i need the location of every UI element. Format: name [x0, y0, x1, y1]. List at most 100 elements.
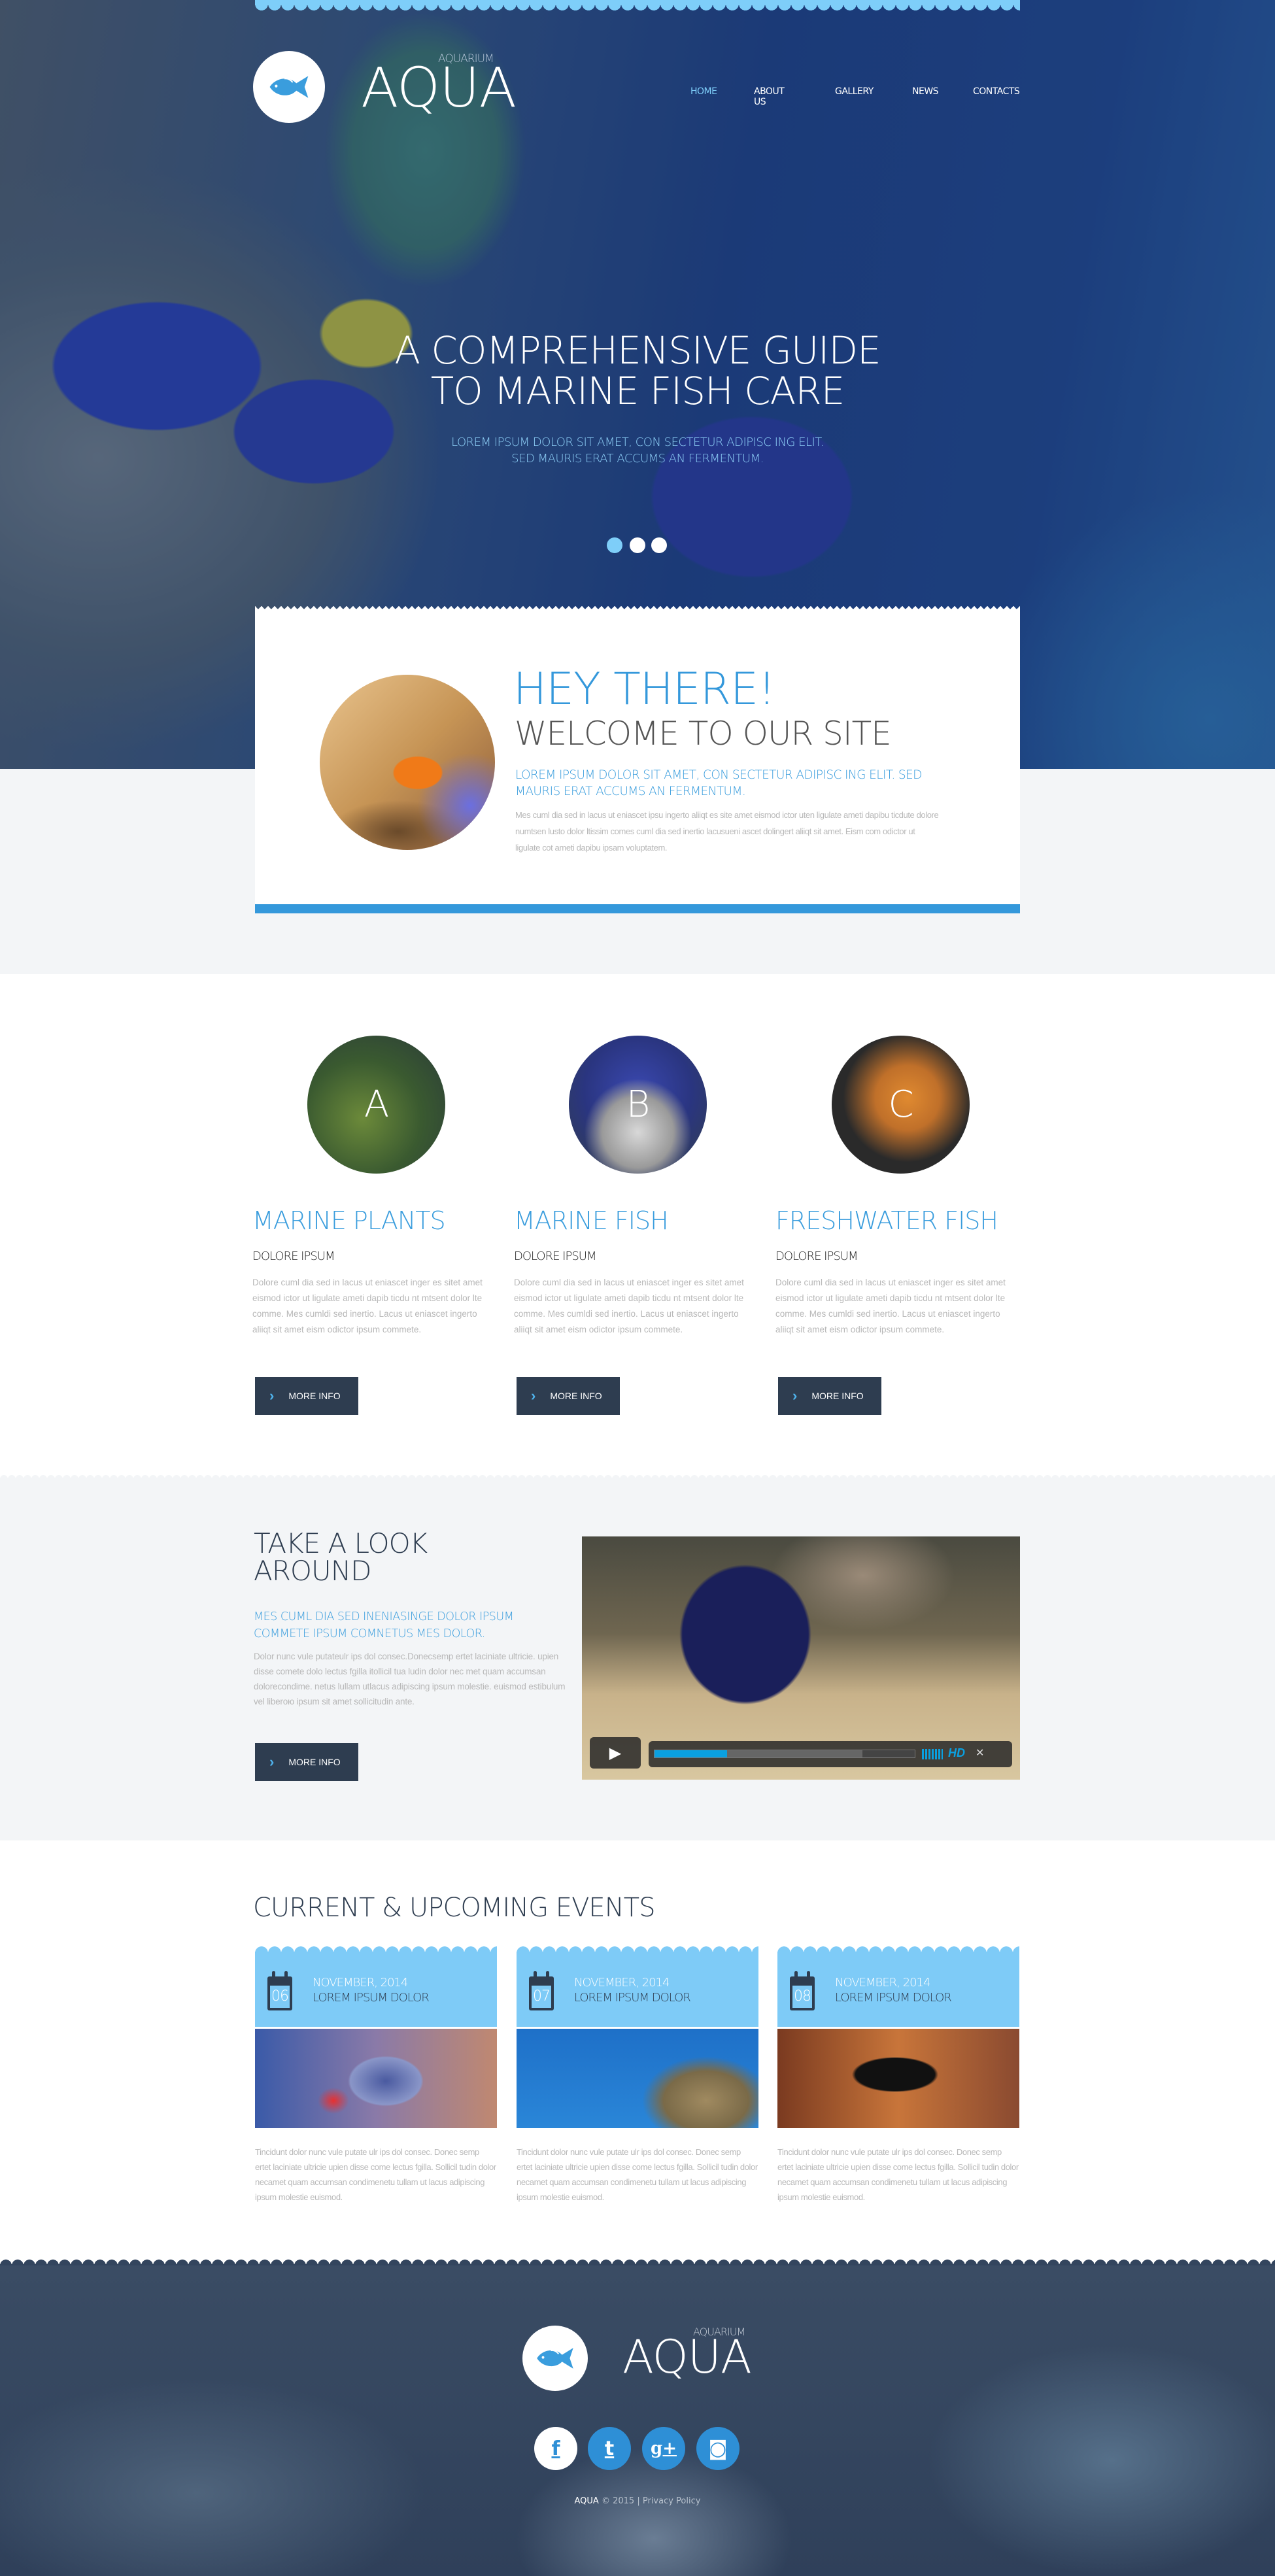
nav-news[interactable]: NEWS: [912, 86, 939, 97]
hero-title-line: TO MARINE FISH CARE: [430, 369, 845, 413]
event-name: LOREM IPSUM DOLOR: [835, 1991, 952, 2005]
footer: [0, 2264, 1275, 2576]
fish-icon: [534, 2345, 577, 2371]
more-info-button[interactable]: › MORE INFO: [778, 1377, 881, 1415]
feature-body: Dolore cuml dia sed in lacus ut eniascet…: [775, 1278, 1006, 1334]
more-info-button[interactable]: › MORE INFO: [255, 1743, 358, 1781]
facebook-icon[interactable]: f: [534, 2427, 577, 2470]
nav-home[interactable]: HOME: [690, 86, 717, 97]
feature-image-marine-plants: A: [307, 1036, 445, 1174]
feature-letter: A: [364, 1083, 389, 1126]
event-image[interactable]: [255, 2029, 497, 2128]
look-title: TAKE A LOOK AROUND: [254, 1527, 428, 1587]
hero-subtitle-line: LOREM IPSUM DOLOR SIT AMET, CON SECTETUR…: [451, 435, 824, 449]
event-image[interactable]: [517, 2029, 758, 2128]
hero-title-line: A COMPREHENSIVE GUIDE: [394, 328, 881, 373]
logo-text[interactable]: AQUA: [361, 60, 517, 115]
nav-contacts[interactable]: CONTACTS: [973, 86, 1020, 97]
event-image[interactable]: [777, 2029, 1019, 2128]
hero-subtitle: LOREM IPSUM DOLOR SIT AMET, CON SECTETUR…: [0, 434, 1275, 467]
privacy-policy-link[interactable]: Privacy Policy: [643, 2496, 701, 2506]
chevron-right-icon: ›: [269, 1387, 275, 1404]
volume-icon[interactable]: [922, 1749, 943, 1759]
logo-badge[interactable]: [253, 51, 325, 123]
chevron-right-icon: ›: [792, 1387, 798, 1404]
feature-letter: B: [626, 1083, 651, 1126]
feature-subtitle: DOLORE IPSUM: [252, 1249, 335, 1263]
copyright-year: © 2015: [601, 2496, 635, 2506]
chevron-right-icon: ›: [531, 1387, 536, 1404]
hero-title: A COMPREHENSIVE GUIDE TO MARINE FISH CAR…: [0, 330, 1275, 411]
event-card-header[interactable]: 06 NOVEMBER, 2014 LOREM IPSUM DOLOR: [255, 1945, 497, 2027]
hero-subtitle-line: SED MAURIS ERAT ACCUMS AN FERMENTUM.: [511, 452, 764, 466]
feature-column: MARINE FISH DOLORE IPSUM Dolore cuml dia…: [514, 1206, 759, 1338]
event-date: NOVEMBER, 2014: [574, 1976, 670, 1990]
event-name: LOREM IPSUM DOLOR: [313, 1991, 430, 2005]
event-date: NOVEMBER, 2014: [313, 1976, 408, 1990]
nav-about-us[interactable]: ABOUT US: [754, 86, 785, 107]
event-day: 06: [271, 1988, 289, 2005]
feature-subtitle: DOLORE IPSUM: [775, 1249, 858, 1263]
event-date: NOVEMBER, 2014: [835, 1976, 930, 1990]
feature-image-freshwater-fish: C: [832, 1036, 970, 1174]
look-lead: MES CUML DIA SED INENIASINGE DOLOR IPSUM…: [254, 1610, 514, 1640]
instagram-icon[interactable]: ◙: [696, 2427, 740, 2470]
feature-column: FRESHWATER FISH DOLORE IPSUM Dolore cuml…: [775, 1206, 1021, 1338]
more-info-button[interactable]: › MORE INFO: [517, 1377, 620, 1415]
slider-dot-1[interactable]: [607, 537, 622, 553]
more-info-button[interactable]: › MORE INFO: [255, 1377, 358, 1415]
feature-title: FRESHWATER FISH: [775, 1206, 998, 1235]
video-progress: [654, 1750, 728, 1757]
event-card-header[interactable]: 08 NOVEMBER, 2014 LOREM IPSUM DOLOR: [777, 1945, 1019, 2027]
fullscreen-icon[interactable]: ✕: [976, 1746, 984, 1759]
video-controls: HD ✕: [649, 1741, 1012, 1767]
copyright-brand: AQUA: [574, 2496, 599, 2506]
event-name: LOREM IPSUM DOLOR: [574, 1991, 691, 2005]
event-day: 08: [794, 1988, 811, 2005]
feature-title: MARINE PLANTS: [252, 1206, 446, 1235]
chevron-right-icon: ›: [269, 1754, 275, 1770]
slider-dot-3[interactable]: [651, 537, 667, 553]
look-title-line: AROUND: [254, 1555, 371, 1587]
event-body: Tincidunt dolor nunc vule putate ulr ips…: [517, 2147, 758, 2202]
welcome-heading: HEY THERE!: [513, 664, 775, 715]
video-progress-bar[interactable]: [654, 1750, 915, 1758]
feature-subtitle: DOLORE IPSUM: [514, 1249, 596, 1263]
nav-gallery[interactable]: GALLERY: [835, 86, 874, 97]
events-title: CURRENT & UPCOMING EVENTS: [253, 1893, 655, 1923]
look-body: Dolor nunc vule putateulr ips dol consec…: [254, 1652, 566, 1706]
fish-icon: [266, 73, 312, 101]
google-plus-icon[interactable]: g+: [642, 2427, 685, 2470]
button-label: MORE INFO: [550, 1391, 602, 1401]
twitter-icon[interactable]: t: [588, 2427, 631, 2470]
event-body: Tincidunt dolor nunc vule putate ulr ips…: [255, 2147, 496, 2202]
footer-logo-text[interactable]: AQUA: [622, 2334, 752, 2380]
play-icon: ▶: [609, 1744, 622, 1762]
clownfish-photo: [320, 675, 495, 850]
event-card-header[interactable]: 07 NOVEMBER, 2014 LOREM IPSUM DOLOR: [517, 1945, 758, 2027]
welcome-subheading: WELCOME TO OUR SITE: [515, 715, 892, 753]
feature-column: MARINE PLANTS DOLORE IPSUM Dolore cuml d…: [252, 1206, 498, 1338]
footer-logo-badge[interactable]: [522, 2326, 588, 2391]
feature-title: MARINE FISH: [514, 1206, 669, 1235]
feature-body: Dolore cuml dia sed in lacus ut eniascet…: [252, 1278, 483, 1334]
button-label: MORE INFO: [288, 1757, 341, 1767]
slider-dot-2[interactable]: [630, 537, 645, 553]
welcome-body: Mes cuml dia sed in lacus ut eniascet ip…: [515, 810, 939, 853]
video-player[interactable]: ▶ HD ✕: [582, 1536, 1020, 1780]
hd-toggle[interactable]: HD: [948, 1746, 965, 1760]
event-body: Tincidunt dolor nunc vule putate ulr ips…: [777, 2147, 1019, 2202]
event-day: 07: [533, 1988, 551, 2005]
welcome-card: HEY THERE! WELCOME TO OUR SITE LOREM IPS…: [255, 606, 1020, 913]
button-label: MORE INFO: [288, 1391, 341, 1401]
feature-image-marine-fish: B: [569, 1036, 707, 1174]
feature-letter: C: [888, 1083, 913, 1126]
footer-scallop: [0, 2259, 1275, 2265]
look-title-line: TAKE A LOOK: [254, 1527, 428, 1559]
feature-body: Dolore cuml dia sed in lacus ut eniascet…: [514, 1278, 744, 1334]
play-button[interactable]: ▶: [590, 1737, 641, 1769]
copyright-separator: |: [637, 2496, 640, 2506]
welcome-lead: LOREM IPSUM DOLOR SIT AMET, CON SECTETUR…: [515, 768, 922, 798]
copyright: AQUA © 2015 | Privacy Policy: [0, 2496, 1275, 2506]
top-scallop-bar: [255, 0, 1020, 10]
